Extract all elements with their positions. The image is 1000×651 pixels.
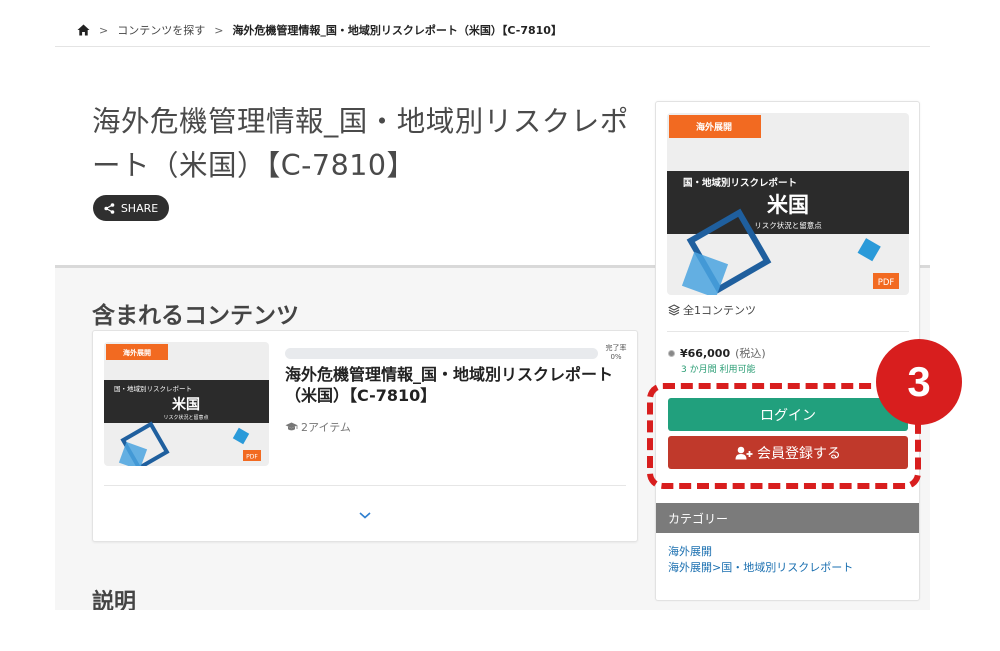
layers-icon — [668, 304, 680, 316]
breadcrumb-separator: > — [214, 23, 224, 37]
tax-label: (税込) — [735, 347, 766, 360]
thumb-subtitle: 国・地域別リスクレポート — [683, 177, 797, 189]
category-link[interactable]: 海外展開>国・地域別リスクレポート — [668, 560, 853, 576]
content-thumbnail[interactable]: 海外展開 国・地域別リスクレポート 米国 リスク状況と留意点 PDF — [104, 342, 269, 466]
contents-count-label: 全1コンテンツ — [683, 304, 756, 317]
radio-icon[interactable] — [668, 349, 675, 357]
home-icon[interactable] — [77, 24, 90, 36]
page: > コンテンツを探す > 海外危機管理情報_国・地域別リスクレポート（米国）【C… — [55, 0, 930, 610]
chevron-down-icon[interactable] — [358, 510, 372, 520]
items-label: 2アイテム — [301, 421, 351, 434]
thumb-pdf-label: PDF — [246, 454, 258, 461]
thumb-caption: リスク状況と留意点 — [754, 220, 822, 230]
progress-label-text: 完了率 — [605, 344, 627, 352]
thumb-pdf-label: PDF — [878, 278, 895, 288]
purchase-sidebar: 海外展開 国・地域別リスクレポート 米国 リスク状況と留意点 PDF 全1コンテ… — [655, 101, 920, 601]
share-button[interactable]: SHARE — [93, 195, 169, 221]
contents-count: 全1コンテンツ — [668, 302, 756, 318]
content-card[interactable]: 海外展開 国・地域別リスクレポート 米国 リスク状況と留意点 PDF 完了率 0… — [92, 330, 638, 542]
share-label: SHARE — [120, 201, 159, 215]
progress-label-percent: 0% — [610, 353, 622, 361]
content-title[interactable]: 海外危機管理情報_国・地域別リスクレポート（米国）【C-7810】 — [285, 364, 630, 406]
content-items: 2アイテム — [285, 419, 351, 435]
sidebar-divider — [667, 331, 909, 332]
share-icon — [104, 202, 115, 214]
breadcrumb-current: 海外危機管理情報_国・地域別リスクレポート（米国）【C-7810】 — [232, 24, 562, 37]
progress-bar — [285, 348, 598, 359]
graduation-cap-icon — [285, 422, 298, 431]
annotation-step-badge: 3 — [876, 339, 962, 425]
contents-section-title: 含まれるコンテンツ — [92, 303, 299, 329]
page-title: 海外危機管理情報_国・地域別リスクレポート（米国）【C-7810】 — [92, 105, 629, 182]
thumb-country: 米国 — [172, 396, 200, 413]
description-section-title: 説明 — [92, 590, 137, 610]
thumb-tag: 海外展開 — [123, 348, 151, 357]
access-period: 3 か月間 利用可能 — [681, 365, 756, 375]
category-link[interactable]: 海外展開 — [668, 544, 853, 560]
card-divider — [104, 485, 626, 486]
thumb-tag: 海外展開 — [696, 121, 732, 133]
breadcrumb-item-search[interactable]: コンテンツを探す — [117, 22, 205, 38]
category-list: 海外展開 海外展開>国・地域別リスクレポート — [668, 544, 853, 576]
progress-label: 完了率 0% — [601, 344, 631, 362]
thumb-country: 米国 — [767, 193, 809, 217]
price-option[interactable]: ¥66,000 (税込) — [668, 345, 766, 361]
breadcrumb-separator: > — [99, 23, 109, 37]
breadcrumb: > コンテンツを探す > 海外危機管理情報_国・地域別リスクレポート（米国）【C… — [77, 20, 562, 40]
breadcrumb-divider — [55, 46, 930, 47]
thumb-caption: リスク状況と留意点 — [163, 414, 208, 421]
price-amount: ¥66,000 — [680, 346, 731, 360]
category-header: カテゴリー — [656, 503, 919, 533]
product-thumbnail: 海外展開 国・地域別リスクレポート 米国 リスク状況と留意点 PDF — [667, 113, 909, 295]
thumb-subtitle: 国・地域別リスクレポート — [114, 384, 192, 393]
